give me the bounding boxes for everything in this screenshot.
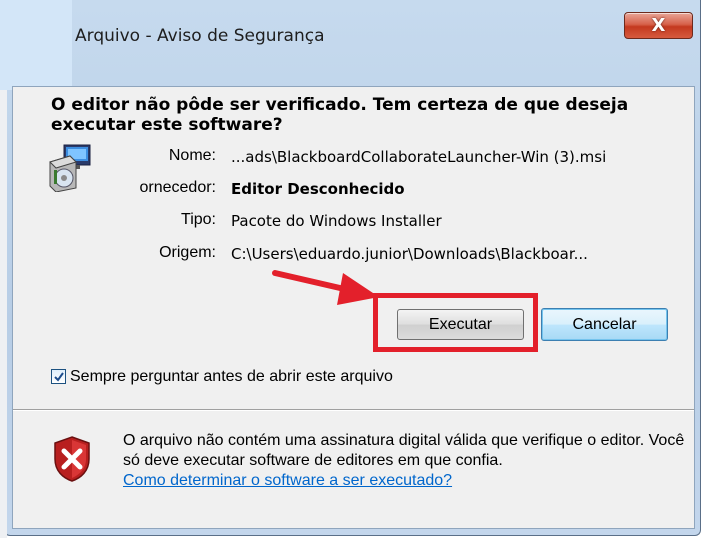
run-button[interactable]: Executar: [397, 309, 524, 340]
dialog-client-area: O editor não pôde ser verificado. Tem ce…: [12, 86, 695, 529]
divider: [13, 409, 694, 411]
from-label: Origem:: [159, 244, 216, 261]
checkmark-icon: [54, 372, 64, 382]
close-button[interactable]: X: [624, 12, 693, 39]
cancel-button[interactable]: Cancelar: [541, 308, 668, 341]
security-question: O editor não pôde ser verificado. Tem ce…: [51, 95, 629, 135]
from-value: C:\Users\eduardo.junior\Downloads\Blackb…: [231, 245, 588, 263]
background-window-edge: [0, 90, 7, 538]
close-icon: X: [651, 15, 666, 36]
help-link[interactable]: Como determinar o software a ser executa…: [123, 472, 452, 490]
publisher-value: Editor Desconhecido: [231, 180, 405, 198]
security-shield-warning-icon: [54, 436, 90, 482]
installer-package-icon: [49, 144, 91, 192]
always-ask-checkbox[interactable]: [51, 369, 66, 384]
type-label: Tipo:: [181, 211, 216, 228]
always-ask-label[interactable]: Sempre perguntar antes de abrir este arq…: [70, 368, 393, 386]
name-label: Nome:: [168, 147, 216, 164]
warning-text: O arquivo não contém uma assinatura digi…: [123, 432, 685, 469]
name-value: ...ads\BlackboardCollaborateLauncher-Win…: [231, 148, 607, 166]
background-window-strip: [0, 0, 72, 90]
publisher-label: ornecedor:: [139, 179, 217, 196]
type-value: Pacote do Windows Installer: [231, 212, 442, 230]
window-title: Arquivo - Aviso de Segurança: [75, 26, 325, 46]
